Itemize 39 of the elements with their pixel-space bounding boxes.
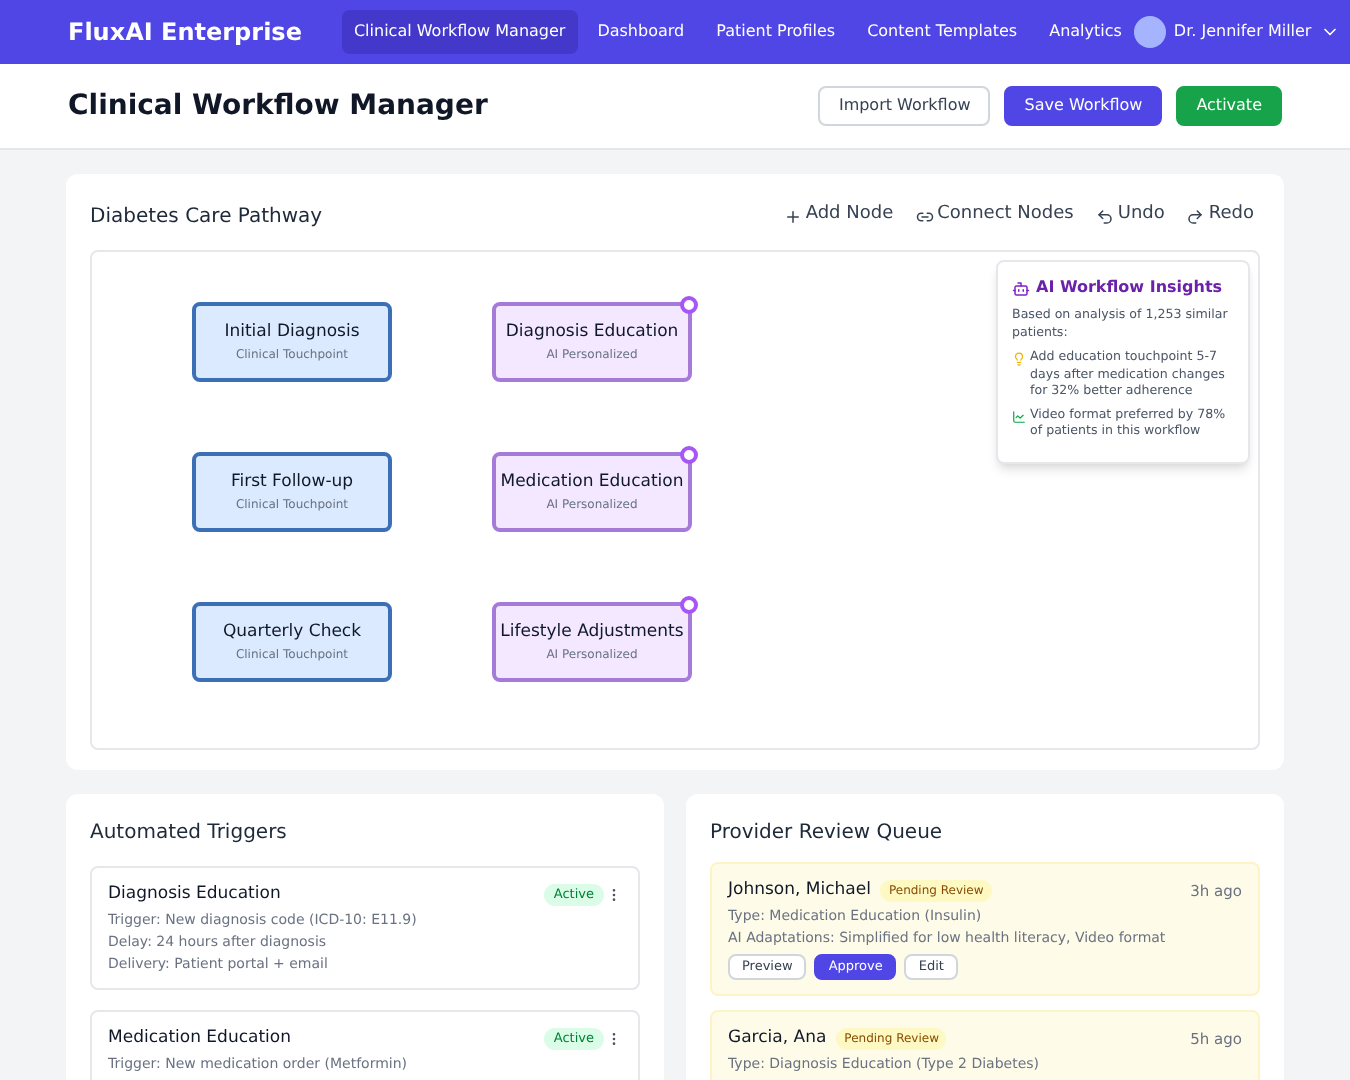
nav-link[interactable]: Content Templates: [855, 10, 1030, 54]
avatar-icon[interactable]: [1133, 16, 1166, 48]
toolbar-button[interactable]: Connect Nodes: [915, 202, 1074, 230]
panel-title: Provider Review Queue: [710, 820, 945, 848]
page-title: Clinical Workflow Manager: [68, 87, 488, 125]
robot-icon: [1012, 279, 1030, 297]
trigger-name: Diagnosis Education: [108, 882, 281, 908]
idea-icon: [1012, 352, 1026, 366]
panel-title: Automated Triggers: [90, 820, 289, 848]
insights-title: AI Workflow Insights: [1036, 276, 1223, 300]
panel-title: Diabetes Care Pathway: [90, 203, 323, 231]
ai-badge-icon: [680, 596, 698, 614]
node-title: Diagnosis Education: [505, 320, 679, 346]
node-title: Lifestyle Adjustments: [500, 620, 684, 646]
brand-name: FluxAI Enterprise: [68, 16, 302, 50]
patient-name: Johnson, Michael: [728, 878, 871, 904]
patient-name: Garcia, Ana: [728, 1026, 827, 1052]
node-title: Medication Education: [500, 470, 684, 496]
undo-icon: [1095, 207, 1114, 225]
header-button[interactable]: Save Workflow: [1004, 86, 1163, 126]
nav-link[interactable]: Dashboard: [585, 10, 697, 54]
nav-link[interactable]: Patient Profiles: [704, 10, 848, 54]
nav-link[interactable]: Analytics: [1037, 10, 1134, 54]
node-title: Initial Diagnosis: [224, 320, 360, 346]
header-button[interactable]: Import Workflow: [818, 86, 991, 126]
user-name[interactable]: Dr. Jennifer Miller: [1173, 20, 1312, 44]
chart-icon: [1012, 409, 1026, 423]
node-title: Quarterly Check: [222, 620, 362, 646]
trigger-name: Medication Education: [108, 1026, 292, 1052]
link-icon: [915, 207, 934, 225]
toolbar-button[interactable]: Redo: [1186, 202, 1254, 230]
nav-link[interactable]: Clinical Workflow Manager: [341, 10, 578, 54]
add-icon: [783, 207, 802, 225]
ai-badge-icon: [680, 296, 698, 314]
ai-badge-icon: [680, 446, 698, 464]
toolbar-button[interactable]: Undo: [1095, 202, 1165, 230]
node-title: First Follow-up: [230, 470, 354, 496]
toolbar-button[interactable]: Add Node: [783, 202, 894, 230]
redo-icon: [1186, 207, 1205, 225]
